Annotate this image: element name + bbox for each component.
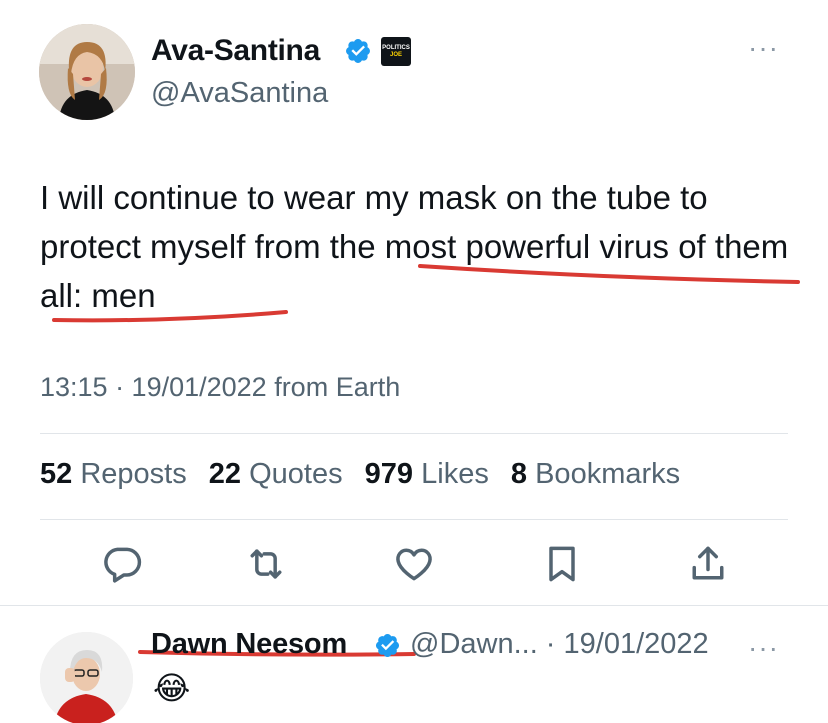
reply-avatar[interactable] bbox=[40, 632, 133, 723]
more-options-icon[interactable]: ··· bbox=[748, 634, 779, 662]
tweet-text-highlight: most powerful virus of bbox=[384, 228, 706, 265]
author-avatar[interactable] bbox=[39, 24, 135, 120]
affiliation-sublabel: JOE bbox=[389, 52, 402, 58]
author-name[interactable]: Ava-Santina bbox=[151, 34, 320, 68]
bookmark-icon[interactable] bbox=[540, 542, 584, 586]
reply-handle-date[interactable]: @Dawn... · 19/01/2022 bbox=[410, 628, 709, 661]
bookmarks-stat[interactable]: 8 Bookmarks bbox=[511, 458, 680, 490]
bookmarks-label: Bookmarks bbox=[535, 458, 681, 490]
quotes-count: 22 bbox=[208, 458, 242, 490]
like-icon[interactable] bbox=[392, 542, 436, 586]
bookmarks-count: 8 bbox=[510, 458, 528, 490]
engagement-stats: 52 Reposts 22 Quotes 979 Likes 8 Bookmar… bbox=[40, 458, 680, 491]
verified-badge-icon[interactable] bbox=[344, 37, 372, 65]
red-underline-annotation bbox=[52, 264, 800, 657]
likes-count: 979 bbox=[364, 458, 414, 490]
author-handle[interactable]: @AvaSantina bbox=[151, 77, 328, 110]
likes-label: Likes bbox=[421, 458, 489, 490]
likes-stat[interactable]: 979 Likes bbox=[365, 458, 489, 490]
repost-icon[interactable] bbox=[244, 542, 288, 586]
tweet-timestamp[interactable]: 13:15 · 19/01/2022 from Earth bbox=[40, 372, 400, 403]
verified-badge-icon[interactable] bbox=[374, 632, 401, 659]
reply-text: 😂 bbox=[153, 670, 191, 706]
quotes-label: Quotes bbox=[249, 458, 343, 490]
share-icon[interactable] bbox=[686, 542, 730, 586]
reply-icon[interactable] bbox=[100, 542, 144, 586]
reply-author-name[interactable]: Dawn Neesom bbox=[151, 628, 347, 661]
tweet-text: I will continue to wear my mask on the t… bbox=[40, 173, 810, 320]
reposts-stat[interactable]: 52 Reposts bbox=[40, 458, 187, 490]
quotes-stat[interactable]: 22 Quotes bbox=[209, 458, 343, 490]
reposts-count: 52 bbox=[40, 458, 73, 490]
reposts-label: Reposts bbox=[80, 458, 187, 490]
divider bbox=[40, 519, 788, 520]
more-options-icon[interactable]: ··· bbox=[748, 34, 779, 62]
affiliation-badge[interactable]: POLITICS JOE bbox=[381, 37, 411, 66]
divider bbox=[40, 433, 788, 434]
divider bbox=[0, 605, 828, 606]
affiliation-label: POLITICS bbox=[382, 45, 410, 51]
